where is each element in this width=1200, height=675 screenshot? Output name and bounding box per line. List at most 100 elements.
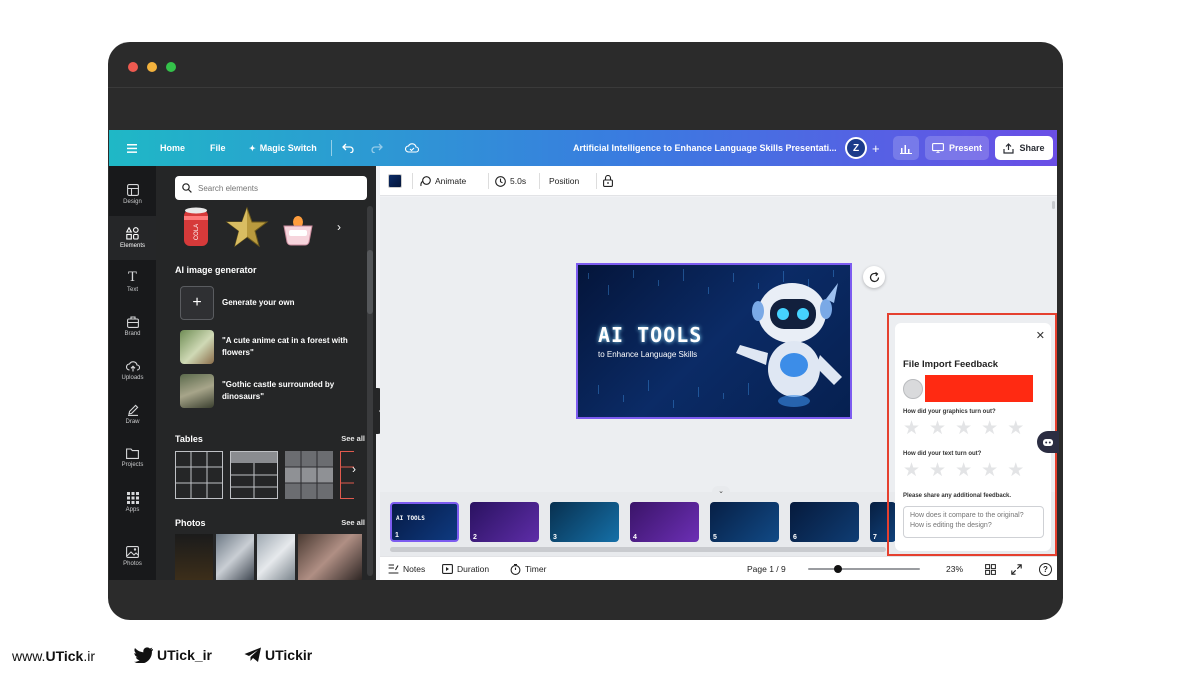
thumbnails-scrollbar[interactable]: [390, 547, 886, 552]
photo-thumb[interactable]: [298, 534, 362, 580]
grid-view-button[interactable]: [985, 557, 996, 580]
panel-scrollbar[interactable]: [367, 250, 373, 314]
star-icon[interactable]: ★: [903, 419, 920, 438]
page-thumbnail[interactable]: 6: [790, 502, 859, 542]
page-thumbnail[interactable]: 5: [710, 502, 779, 542]
telegram-handle[interactable]: UTickir: [244, 647, 312, 663]
document-title[interactable]: Artificial Intelligence to Enhance Langu…: [573, 130, 837, 166]
page-thumbnail[interactable]: 2: [470, 502, 539, 542]
maximize-dot[interactable]: [166, 62, 176, 72]
zoom-slider[interactable]: [808, 565, 920, 573]
notes-icon: [388, 564, 399, 574]
star-icon[interactable]: ★: [981, 461, 998, 480]
rail-item-text[interactable]: T Text: [109, 260, 156, 304]
graphic-gold-star[interactable]: [224, 206, 270, 248]
rail-item-uploads[interactable]: Uploads: [109, 348, 156, 392]
generate-your-own-item[interactable]: + Generate your own: [180, 285, 360, 321]
animate-button[interactable]: Animate: [420, 166, 466, 196]
user-avatar[interactable]: Z: [845, 130, 867, 166]
page-thumbnail[interactable]: AI TOOLS 1: [390, 502, 459, 542]
cloud-save-status[interactable]: [405, 130, 419, 166]
text-icon: T: [128, 269, 137, 285]
close-dot[interactable]: [128, 62, 138, 72]
page-thumbnail[interactable]: 4: [630, 502, 699, 542]
bar-chart-icon: [900, 144, 912, 154]
ai-prompt-castle[interactable]: "Gothic castle surrounded by dinosaurs": [180, 373, 360, 409]
rail-item-photos[interactable]: Photos: [109, 534, 156, 578]
tables-see-all[interactable]: See all: [341, 434, 365, 443]
photo-thumb[interactable]: [216, 534, 254, 580]
twitter-handle[interactable]: UTick_ir: [134, 647, 212, 663]
file-menu-button[interactable]: File: [210, 130, 226, 166]
editor-header: Home File ✦ Magic Switch Artificial Inte…: [109, 130, 1057, 166]
home-button[interactable]: Home: [160, 130, 185, 166]
graphic-soda-can[interactable]: COLA: [176, 206, 216, 248]
photos-see-all[interactable]: See all: [341, 518, 365, 527]
zoom-level[interactable]: 23%: [946, 557, 963, 580]
present-button[interactable]: Present: [925, 136, 989, 160]
rail-item-design[interactable]: Design: [109, 172, 156, 216]
chevron-right-icon: ›: [352, 462, 356, 476]
star-icon[interactable]: ★: [1007, 461, 1024, 480]
table-template-grid[interactable]: [175, 451, 223, 499]
star-icon[interactable]: ★: [955, 419, 972, 438]
hamburger-menu-button[interactable]: [127, 130, 137, 166]
zoom-slider-handle[interactable]: [834, 565, 842, 573]
search-input[interactable]: [198, 183, 358, 193]
rail-item-elements[interactable]: Elements: [109, 216, 156, 260]
star-icon[interactable]: ★: [929, 461, 946, 480]
assistant-chat-button[interactable]: [1037, 431, 1059, 453]
duration-footer-button[interactable]: Duration: [442, 557, 489, 580]
rail-item-brand[interactable]: Brand: [109, 304, 156, 348]
photo-thumb[interactable]: [175, 534, 213, 580]
star-icon[interactable]: ★: [903, 461, 920, 480]
timer-button[interactable]: Timer: [510, 557, 546, 580]
graphics-rating[interactable]: ★ ★ ★ ★ ★: [903, 419, 1024, 438]
redo-button[interactable]: [371, 130, 383, 166]
minimize-dot[interactable]: [147, 62, 157, 72]
fullscreen-button[interactable]: [1011, 557, 1022, 580]
brand-icon: [126, 315, 139, 328]
thumbnails-collapse-button[interactable]: ⌄: [712, 486, 730, 496]
undo-button[interactable]: [342, 130, 354, 166]
add-collaborator-button[interactable]: +: [872, 130, 880, 166]
star-icon[interactable]: ★: [955, 461, 972, 480]
search-box[interactable]: [175, 176, 367, 200]
share-button[interactable]: Share: [995, 136, 1053, 160]
star-icon[interactable]: ★: [929, 419, 946, 438]
slide-1[interactable]: AI TOOLS to Enhance Language Skills: [576, 263, 852, 419]
magic-switch-button[interactable]: ✦ Magic Switch: [249, 130, 317, 166]
close-feedback-button[interactable]: ✕: [1036, 329, 1045, 342]
rail-item-projects[interactable]: Projects: [109, 436, 156, 480]
notes-button[interactable]: Notes: [388, 557, 425, 580]
canvas-scrollbar[interactable]: [1052, 201, 1055, 209]
side-rail: Design Elements T Text Brand Uploads Dra…: [109, 166, 156, 580]
star-icon[interactable]: ★: [981, 419, 998, 438]
regenerate-button[interactable]: [863, 266, 885, 288]
additional-feedback-label: Please share any additional feedback.: [903, 493, 1012, 499]
graphic-candle-jar[interactable]: [278, 206, 318, 248]
ai-prompt-cat[interactable]: "A cute anime cat in a forest with flowe…: [180, 329, 360, 365]
lock-button[interactable]: [603, 166, 613, 196]
page-indicator[interactable]: Page 1 / 9: [747, 557, 786, 580]
duration-button[interactable]: 5.0s: [495, 166, 526, 196]
insights-button[interactable]: [893, 136, 919, 160]
additional-feedback-input[interactable]: [903, 506, 1044, 538]
table-template-header[interactable]: [230, 451, 278, 499]
share-icon: [1003, 142, 1015, 154]
page-thumbnail[interactable]: 3: [550, 502, 619, 542]
site-url[interactable]: www.UTick.ir: [12, 648, 95, 664]
text-rating[interactable]: ★ ★ ★ ★ ★: [903, 461, 1024, 480]
slide-title: AI TOOLS: [598, 323, 703, 347]
twitter-label: UTick_ir: [157, 647, 212, 663]
background-color-swatch[interactable]: [388, 166, 402, 196]
rail-item-draw[interactable]: Draw: [109, 392, 156, 436]
photo-thumb[interactable]: [257, 534, 295, 580]
rail-item-apps[interactable]: Apps: [109, 480, 156, 524]
table-template-filled[interactable]: [285, 451, 333, 499]
tables-next-button[interactable]: ›: [352, 462, 356, 476]
star-icon[interactable]: ★: [1007, 419, 1024, 438]
graphics-next-button[interactable]: ›: [330, 212, 348, 242]
position-button[interactable]: Position: [549, 166, 579, 196]
help-button[interactable]: ?: [1039, 557, 1052, 580]
